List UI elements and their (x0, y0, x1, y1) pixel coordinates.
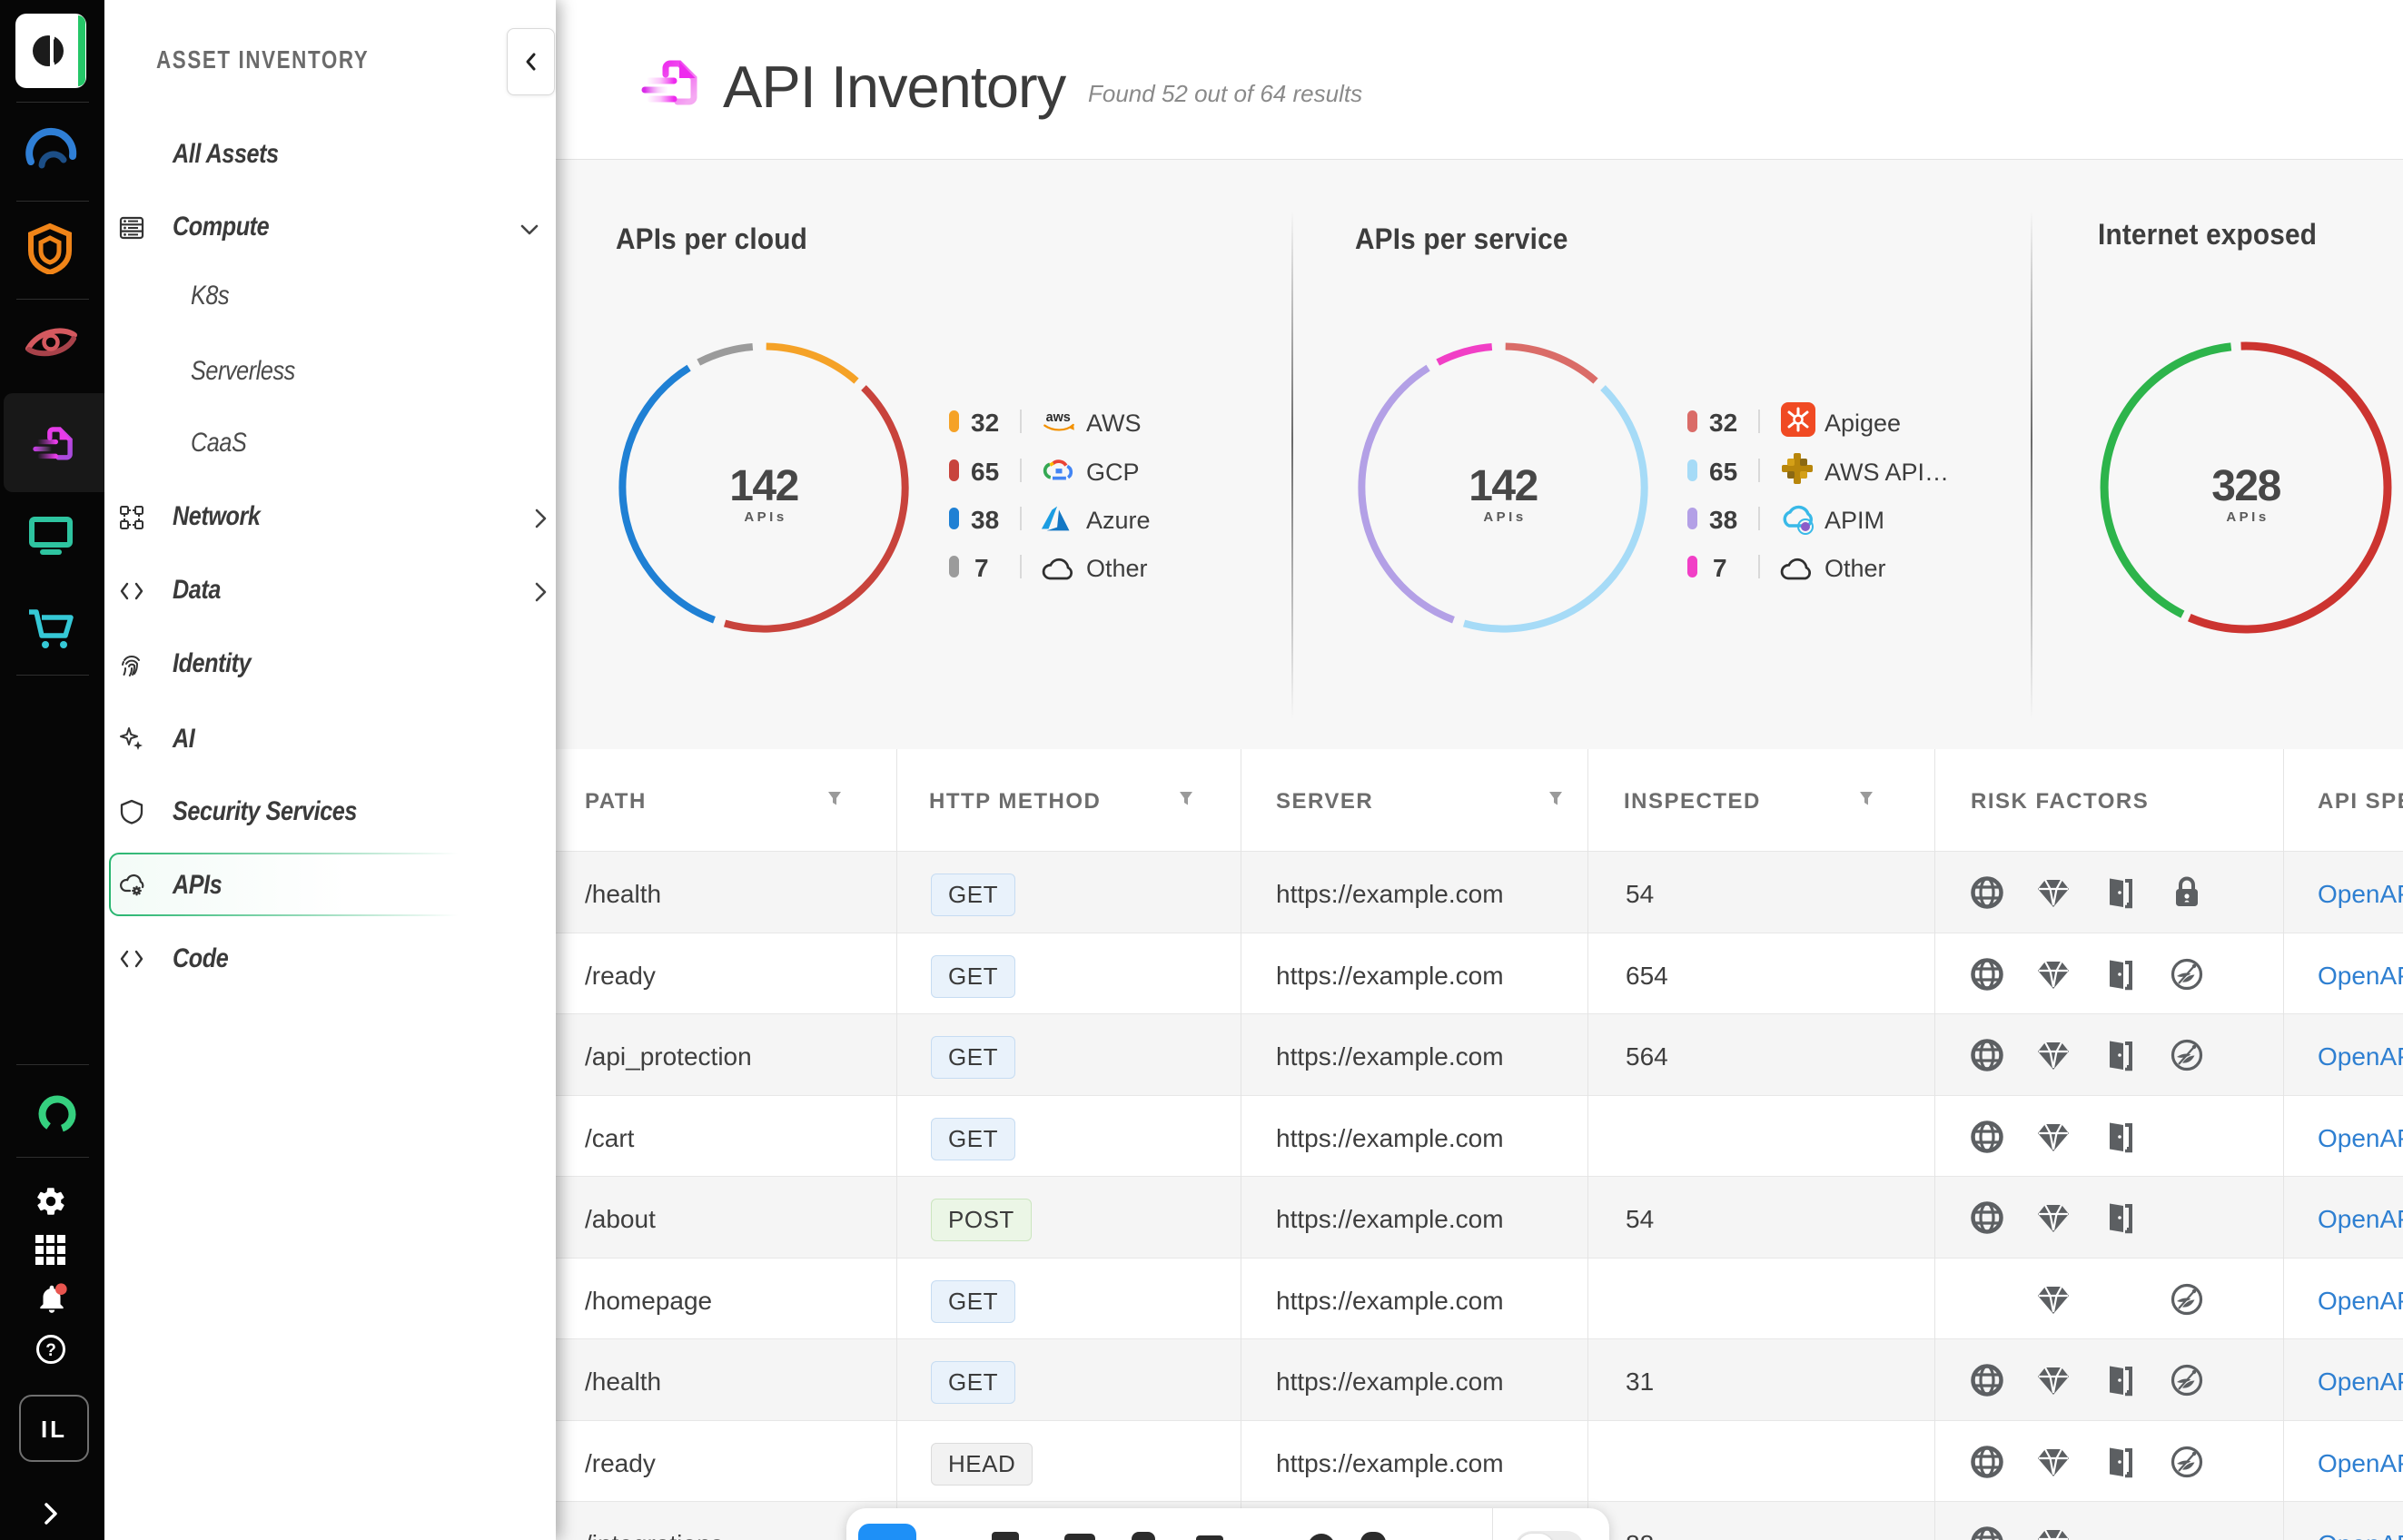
svg-text:?: ? (45, 1341, 56, 1360)
svg-text:aws: aws (1046, 410, 1071, 425)
